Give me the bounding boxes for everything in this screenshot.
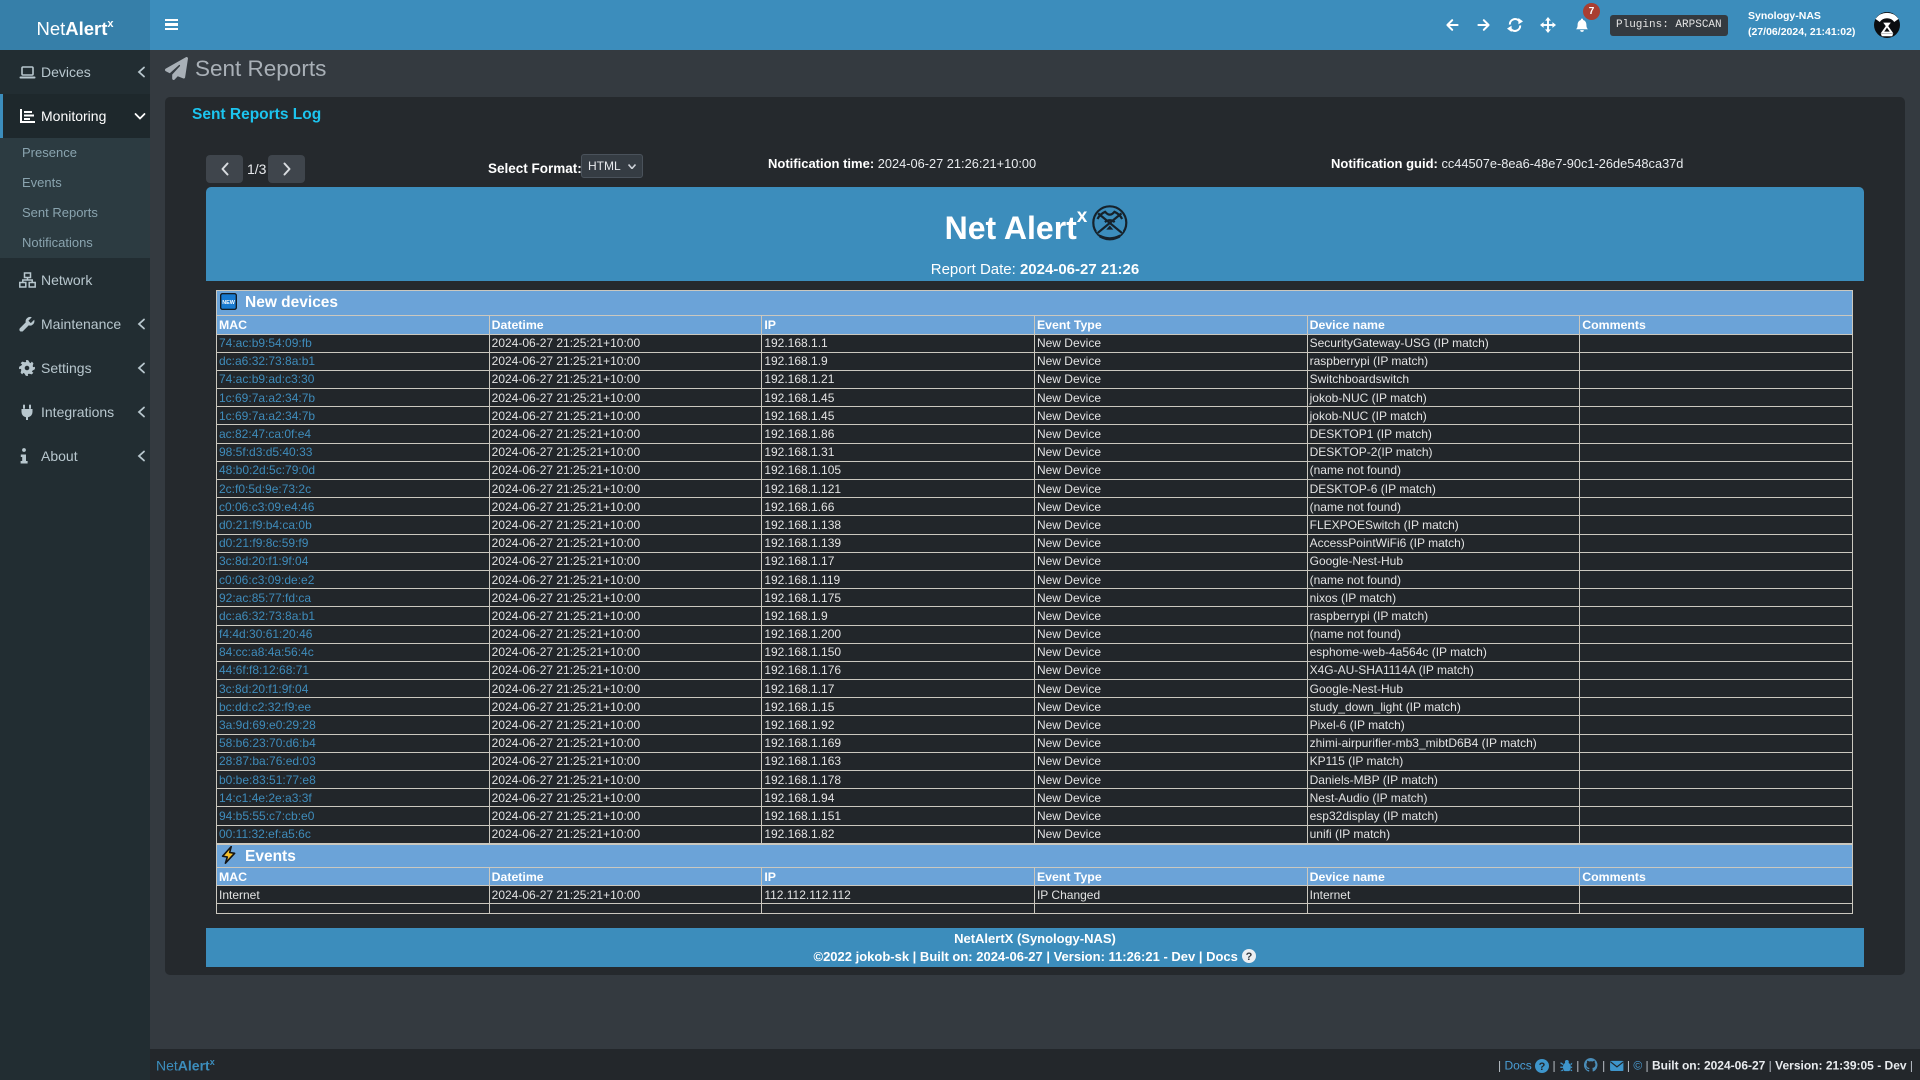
svg-text:NEW: NEW [222,300,235,306]
svg-text:?: ? [1539,1061,1546,1073]
svg-text:?: ? [1245,951,1252,963]
